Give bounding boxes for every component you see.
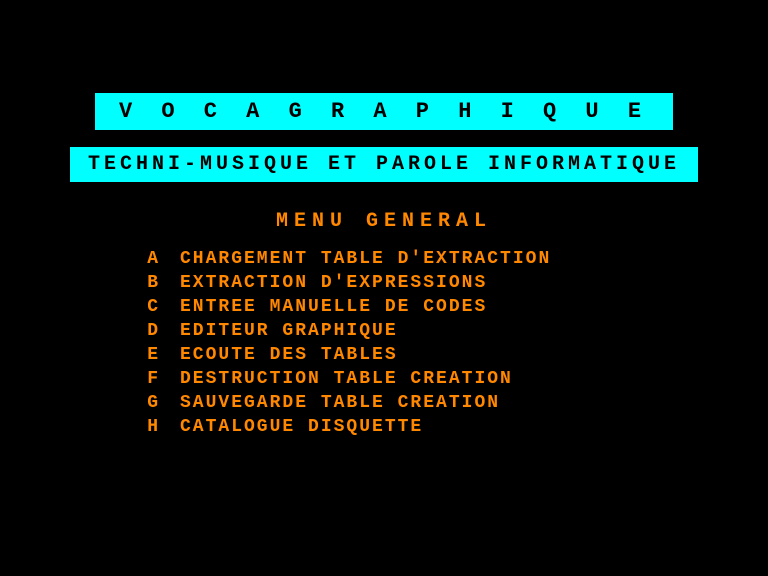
menu-item-label: ENTREE MANUELLE DE CODES [180, 297, 487, 317]
menu-item-label: CATALOGUE DISQUETTE [180, 417, 423, 437]
menu-item-key: H [120, 417, 180, 437]
menu-item[interactable]: DEDITEUR GRAPHIQUE [120, 321, 551, 341]
menu-item[interactable]: GSAUVEGARDE TABLE CREATION [120, 393, 551, 413]
menu-item-key: D [120, 321, 180, 341]
subtitle-box: TECHNI-MUSIQUE ET PAROLE INFORMATIQUE [70, 147, 698, 182]
menu-item-key: B [120, 273, 180, 293]
menu-title: MENU GENERAL [276, 210, 492, 233]
menu-item[interactable]: BEXTRACTION D'EXPRESSIONS [120, 273, 551, 293]
menu-item[interactable]: EECOUTE DES TABLES [120, 345, 551, 365]
menu-item-label: CHARGEMENT TABLE D'EXTRACTION [180, 249, 551, 269]
menu-item-label: ECOUTE DES TABLES [180, 345, 398, 365]
subtitle-text: TECHNI-MUSIQUE ET PAROLE INFORMATIQUE [88, 153, 680, 176]
title-box: V O C A G R A P H I Q U E [92, 90, 676, 133]
menu-item-key: C [120, 297, 180, 317]
menu-item-label: SAUVEGARDE TABLE CREATION [180, 393, 500, 413]
menu-items: ACHARGEMENT TABLE D'EXTRACTIONBEXTRACTIO… [120, 249, 551, 437]
menu-item-label: EXTRACTION D'EXPRESSIONS [180, 273, 487, 293]
menu-item-key: F [120, 369, 180, 389]
menu-item[interactable]: FDESTRUCTION TABLE CREATION [120, 369, 551, 389]
menu-item-label: EDITEUR GRAPHIQUE [180, 321, 398, 341]
menu-item-key: G [120, 393, 180, 413]
menu-item[interactable]: HCATALOGUE DISQUETTE [120, 417, 551, 437]
menu-item-key: E [120, 345, 180, 365]
menu-item-key: A [120, 249, 180, 269]
menu-item[interactable]: CENTREE MANUELLE DE CODES [120, 297, 551, 317]
title-text: V O C A G R A P H I Q U E [119, 99, 649, 124]
screen: V O C A G R A P H I Q U E TECHNI-MUSIQUE… [0, 0, 768, 576]
menu-item[interactable]: ACHARGEMENT TABLE D'EXTRACTION [120, 249, 551, 269]
menu-item-label: DESTRUCTION TABLE CREATION [180, 369, 513, 389]
